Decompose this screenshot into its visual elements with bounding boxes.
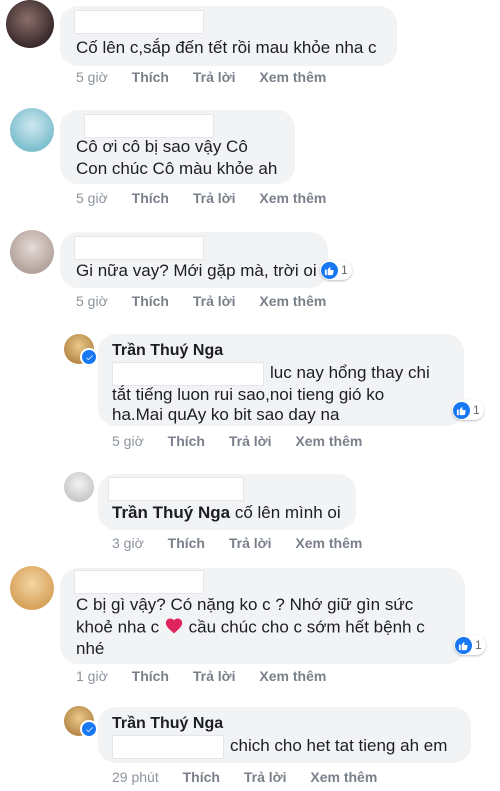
like-link[interactable]: Thích: [168, 535, 205, 551]
comment-author[interactable]: Trần Thuý Nga: [112, 503, 230, 522]
reaction-count[interactable]: 1: [452, 400, 484, 420]
comment-text: ha.Mai quAy ko bit sao day na: [112, 405, 340, 424]
reply-link[interactable]: Trả lời: [193, 190, 236, 206]
avatar[interactable]: [10, 108, 54, 152]
comment-text-part: khoẻ nha c: [76, 617, 160, 637]
like-link[interactable]: Thích: [183, 769, 220, 785]
more-link[interactable]: Xem thêm: [310, 769, 377, 785]
redacted-name: [84, 114, 214, 138]
reply-link[interactable]: Trả lời: [193, 668, 236, 684]
comment-body: cố lên mình oi: [234, 503, 341, 522]
comment-author[interactable]: Trần Thuý Nga: [112, 713, 223, 735]
comment-bubble: Gi nữa vay? Mới gặp mà, trời oi: [60, 232, 328, 288]
thumbs-up-icon: [453, 401, 470, 419]
comment-bubble: Trần Thuý Nga chich cho het tat tieng ah…: [98, 707, 471, 763]
redacted-mention: [108, 477, 244, 501]
reply-link[interactable]: Trả lời: [193, 69, 236, 85]
comment-actions: 5 giờ Thích Trả lời Xem thêm: [112, 433, 382, 449]
comment-actions: 5 giờ Thích Trả lời Xem thêm: [76, 190, 346, 206]
reaction-number: 1: [341, 263, 348, 277]
comment-bubble: C bị gì vậy? Có nặng ko c ? Nhớ giữ gìn …: [60, 568, 465, 664]
reaction-number: 1: [473, 403, 480, 417]
comment-time[interactable]: 29 phút: [112, 769, 159, 785]
comment-text: C bị gì vậy? Có nặng ko c ? Nhớ giữ gìn …: [76, 595, 414, 614]
verified-icon: [80, 720, 98, 738]
comment-bubble: Trần Thuý Nga luc nay hổng thay chi tắt …: [98, 334, 464, 426]
redacted-name: [74, 10, 204, 34]
comment-text: Con chúc Cô màu khỏe ah: [76, 159, 278, 178]
comment-actions: 29 phút Thích Trả lời Xem thêm: [112, 769, 397, 785]
comment-text: Trần Thuý Nga cố lên mình oi: [112, 502, 341, 524]
comment-actions: 5 giờ Thích Trả lời Xem thêm: [76, 69, 346, 85]
comment-time[interactable]: 5 giờ: [112, 433, 144, 449]
like-link[interactable]: Thích: [132, 668, 169, 684]
avatar[interactable]: [10, 566, 54, 610]
redacted-name: [74, 570, 204, 594]
comment-text: Cố lên c,sắp đến tết rồi mau khỏe nha c: [76, 38, 377, 57]
comment-text: nhé: [76, 639, 105, 658]
like-link[interactable]: Thích: [132, 293, 169, 309]
comment-time[interactable]: 5 giờ: [76, 69, 108, 85]
comment-actions: 1 giờ Thích Trả lời Xem thêm: [76, 668, 346, 684]
reaction-count[interactable]: 1: [320, 260, 352, 280]
comment-actions: 5 giờ Thích Trả lời Xem thêm: [76, 293, 346, 309]
like-link[interactable]: Thích: [132, 69, 169, 85]
comment-bubble: Cố lên c,sắp đến tết rồi mau khỏe nha c: [60, 6, 397, 66]
reaction-count[interactable]: 1: [454, 635, 486, 655]
comment-text-part: cầu chúc cho c sớm hết bệnh c: [188, 617, 425, 637]
more-link[interactable]: Xem thêm: [259, 69, 326, 85]
redacted-mention: [112, 362, 264, 386]
comment-time[interactable]: 1 giờ: [76, 668, 108, 684]
thumbs-up-icon: [321, 261, 338, 279]
comment-text: luc nay hổng thay chi: [270, 363, 430, 382]
comment-time[interactable]: 5 giờ: [76, 293, 108, 309]
comment-text: Gi nữa vay? Mới gặp mà, trời oi: [76, 261, 317, 280]
avatar[interactable]: [10, 230, 54, 274]
comment-bubble: Trần Thuý Nga cố lên mình oi: [98, 474, 356, 530]
comment-time[interactable]: 3 giờ: [112, 535, 144, 551]
thumbs-up-icon: [455, 636, 472, 654]
reply-link[interactable]: Trả lời: [229, 433, 272, 449]
comment-text: Cô ơi cô bị sao vậy Cô: [76, 137, 248, 156]
comment-text: tắt tiếng luon rui sao,noi tieng gió ko: [112, 385, 385, 404]
verified-icon: [80, 348, 98, 366]
more-link[interactable]: Xem thêm: [259, 668, 326, 684]
reply-link[interactable]: Trả lời: [193, 293, 236, 309]
more-link[interactable]: Xem thêm: [295, 433, 362, 449]
redacted-name: [74, 236, 204, 260]
reaction-number: 1: [475, 638, 482, 652]
more-link[interactable]: Xem thêm: [259, 293, 326, 309]
more-link[interactable]: Xem thêm: [295, 535, 362, 551]
reply-link[interactable]: Trả lời: [244, 769, 287, 785]
like-link[interactable]: Thích: [168, 433, 205, 449]
redacted-mention: [112, 735, 224, 759]
like-link[interactable]: Thích: [132, 190, 169, 206]
comment-bubble: Cô ơi cô bị sao vậy Cô Con chúc Cô màu k…: [60, 110, 295, 184]
comment-text: khoẻ nha c cầu chúc cho c sớm hết bệnh c: [76, 616, 425, 640]
avatar[interactable]: [64, 472, 94, 502]
heart-icon: [164, 616, 184, 640]
comment-time[interactable]: 5 giờ: [76, 190, 108, 206]
comment-author[interactable]: Trần Thuý Nga: [112, 340, 223, 362]
avatar[interactable]: [6, 0, 54, 48]
reply-link[interactable]: Trả lời: [229, 535, 272, 551]
comment-text: chich cho het tat tieng ah em: [230, 736, 448, 755]
more-link[interactable]: Xem thêm: [259, 190, 326, 206]
comment-actions: 3 giờ Thích Trả lời Xem thêm: [112, 535, 382, 551]
